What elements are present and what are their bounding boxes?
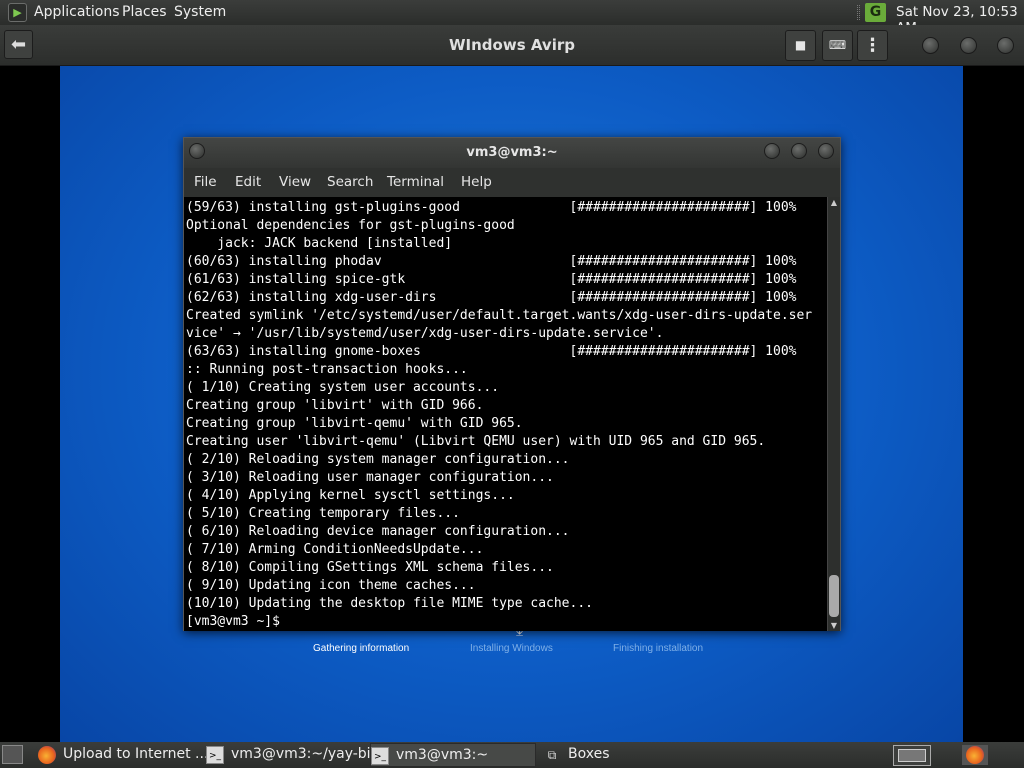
terminal-scrollbar[interactable]: ▲ ▼ [827,197,840,631]
menu-button[interactable]: ⋮ [857,30,888,61]
scrollbar-thumb[interactable] [829,575,839,617]
terminal-line: Creating group 'libvirt' with GID 966. [186,398,484,413]
terminal-line: ( 2/10) Reloading system manager configu… [186,452,570,467]
task-label: Boxes [568,746,610,762]
terminal-line: ( 8/10) Compiling GSettings XML schema f… [186,560,554,575]
close-button[interactable] [997,37,1014,54]
terminal-title: vm3@vm3:~ [466,145,558,160]
taskbar-item-terminal-home[interactable]: >_ vm3@vm3:~ [370,743,536,767]
setup-step-installing: Installing Windows [470,643,553,654]
workspace-switcher[interactable] [893,745,931,766]
terminal-window[interactable]: vm3@vm3:~ File Edit View Search Terminal… [183,137,841,631]
terminal-line: ( 4/10) Applying kernel sysctl settings.… [186,488,515,503]
terminal-line: ( 1/10) Creating system user accounts... [186,380,500,395]
stop-button[interactable]: ■ [785,30,816,61]
menu-edit[interactable]: Edit [235,174,261,190]
menu-places[interactable]: Places [122,4,167,20]
taskbar-item-terminal-yay[interactable]: >_ vm3@vm3:~/yay-bin [206,743,379,767]
terminal-line: Created symlink '/etc/systemd/user/defau… [186,308,813,323]
panel-separator [857,5,860,20]
boxes-icon: ⧉ [547,748,557,762]
task-label: vm3@vm3:~ [396,747,489,763]
firefox-icon [966,746,984,764]
show-desktop-button[interactable] [2,745,23,764]
workspace-1[interactable] [898,749,926,762]
terminal-close-button[interactable] [818,143,834,159]
boxes-header-bar: ⬅ WIndows Avirp ■ ⌨ ⋮ [0,25,1024,66]
terminal-line: ( 6/10) Reloading device manager configu… [186,524,570,539]
terminal-line: (61/63) installing spice-gtk [##########… [186,272,797,287]
setup-step-finishing: Finishing installation [613,643,704,654]
setup-step-gathering: Gathering information [313,643,410,654]
keyboard-button[interactable]: ⌨ [822,30,853,61]
menu-terminal[interactable]: Terminal [387,174,444,190]
bottom-panel: Upload to Internet ... >_ vm3@vm3:~/yay-… [0,742,1024,768]
terminal-prompt[interactable]: [vm3@vm3 ~]$ [186,613,827,631]
terminal-output[interactable]: (59/63) installing gst-plugins-good [###… [184,197,827,631]
terminal-maximize-button[interactable] [791,143,807,159]
menu-view[interactable]: View [279,174,311,190]
keyboard-icon: ⌨ [828,38,847,52]
terminal-line: ( 9/10) Updating icon theme caches... [186,578,476,593]
terminal-line: Optional dependencies for gst-plugins-go… [186,218,515,233]
terminal-line: vice' → '/usr/lib/systemd/user/xdg-user-… [186,326,664,341]
top-panel: ▶ Applications Places System G Sat Nov 2… [0,0,1024,36]
terminal-line: ( 7/10) Arming ConditionNeedsUpdate... [186,542,484,557]
stop-icon: ■ [794,38,807,52]
menu-help[interactable]: Help [461,174,492,190]
tray-firefox-button[interactable] [962,745,988,765]
terminal-icon: >_ [371,747,389,765]
task-label: Upload to Internet ... [63,746,209,762]
minimize-button[interactable] [922,37,939,54]
terminal-line: (10/10) Updating the desktop file MIME t… [186,596,593,611]
task-label: vm3@vm3:~/yay-bin [231,746,380,762]
terminal-line: Creating group 'libvirt-qemu' with GID 9… [186,416,523,431]
taskbar-item-boxes[interactable]: ⧉ Boxes [543,743,663,767]
applications-logo-icon[interactable]: ▶ [8,3,27,22]
terminal-titlebar[interactable]: vm3@vm3:~ [184,138,840,168]
terminal-line: (60/63) installing phodav [#############… [186,254,797,269]
menu-search[interactable]: Search [327,174,373,190]
terminal-menubar: File Edit View Search Terminal Help [184,168,840,197]
terminal-line: ( 5/10) Creating temporary files... [186,506,460,521]
menu-file[interactable]: File [194,174,217,190]
terminal-line: (59/63) installing gst-plugins-good [###… [186,200,797,215]
terminal-icon: >_ [206,746,224,764]
tray-g-icon[interactable]: G [865,3,886,22]
scroll-down-icon[interactable]: ▼ [828,621,840,630]
terminal-line: (62/63) installing xdg-user-dirs [######… [186,290,797,305]
taskbar-item-firefox[interactable]: Upload to Internet ... [38,743,208,767]
maximize-button[interactable] [960,37,977,54]
menu-applications[interactable]: Applications [34,4,120,20]
menu-icon: ⋮ [863,35,882,56]
terminal-line: (63/63) installing gnome-boxes [########… [186,344,797,359]
terminal-line: ( 3/10) Reloading user manager configura… [186,470,554,485]
scroll-up-icon[interactable]: ▲ [828,198,840,207]
terminal-minimize-button[interactable] [764,143,780,159]
terminal-line: jack: JACK backend [installed] [186,236,453,251]
terminal-line: Creating user 'libvirt-qemu' (Libvirt QE… [186,434,766,449]
firefox-icon [38,746,56,764]
menu-system[interactable]: System [174,4,226,20]
terminal-line: :: Running post-transaction hooks... [186,362,468,377]
